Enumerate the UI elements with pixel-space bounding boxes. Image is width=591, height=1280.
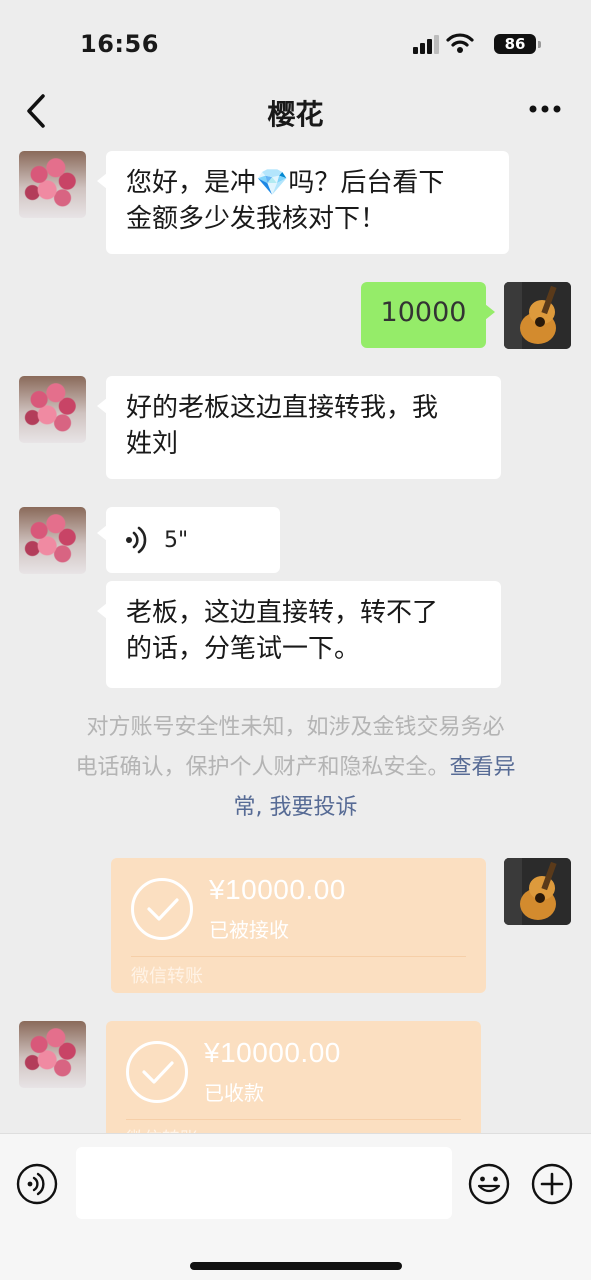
voice-wave-icon (126, 526, 147, 554)
wifi-icon (446, 33, 474, 53)
voice-toggle-icon[interactable] (16, 1163, 58, 1205)
message-bubble[interactable]: 您好，是冲💎吗？后台看下 金额多少发我核对下！ (97, 151, 509, 254)
message-bubble[interactable]: 好的老板这边直接转我，我 姓刘 (97, 376, 501, 479)
message-input[interactable] (76, 1147, 452, 1219)
navigation-bar: 樱花 (0, 85, 591, 140)
message-bubble[interactable]: 老板，这边直接转，转不了 的话，分笔试一下。 (97, 581, 501, 688)
signal-icon (413, 35, 439, 54)
contact-avatar[interactable] (19, 376, 86, 443)
home-indicator[interactable] (190, 1262, 402, 1270)
contact-avatar[interactable] (19, 151, 86, 218)
view-exception-link[interactable]: 常 (233, 795, 255, 820)
transfer-divider (131, 956, 466, 957)
my-avatar[interactable] (504, 282, 571, 349)
emoji-icon[interactable] (468, 1163, 510, 1205)
message-text: 您好，是冲💎吗？后台看下 (126, 168, 445, 198)
security-notice: 对方账号安全性未知，如涉及金钱交易务必 电话确认，保护个人财产和隐私安全。查看异… (40, 708, 551, 828)
input-bar (0, 1133, 591, 1280)
transfer-status: 已被接收 (209, 918, 289, 942)
report-link[interactable]: 我要投诉 (270, 795, 358, 820)
transfer-status: 已收款 (204, 1081, 264, 1105)
status-icons: 86 (396, 32, 541, 56)
transfer-card[interactable]: ¥10000.00 已被接收 微信转账 (111, 858, 486, 993)
message-text: 10000 (380, 297, 467, 328)
transfer-card[interactable]: ¥10000.00 已收款 微信转账 (106, 1021, 481, 1133)
voice-duration: 5" (164, 527, 189, 553)
notice-line: 电话确认，保护个人财产和隐私安全。查看异 (40, 748, 551, 788)
chat-area[interactable]: 您好，是冲💎吗？后台看下 金额多少发我核对下！ 10000 好的老板这边直接转我… (0, 140, 591, 1133)
message-text: 老板，这边直接转，转不了 (126, 598, 439, 628)
status-time: 16:56 (80, 30, 159, 58)
transfer-footer: 微信转账 (131, 966, 203, 987)
notice-line: 对方账号安全性未知，如涉及金钱交易务必 (86, 715, 505, 740)
my-avatar[interactable] (504, 858, 571, 925)
chat-title: 樱花 (267, 98, 324, 131)
message-text: 好的老板这边直接转我，我 (126, 393, 439, 423)
notice-separator: , (255, 795, 270, 820)
transfer-amount: ¥10000.00 (209, 874, 346, 905)
transfer-footer: 微信转账 (126, 1125, 198, 1133)
notice-text: 电话确认，保护个人财产和隐私安全。 (75, 755, 450, 780)
contact-avatar[interactable] (19, 507, 86, 574)
transfer-divider (126, 1119, 461, 1120)
message-text: 金额多少发我核对下！ (126, 204, 387, 234)
notice-line: 常, 我要投诉 (40, 788, 551, 828)
my-message-bubble[interactable]: 10000 (361, 282, 495, 348)
more-icon[interactable] (529, 105, 561, 113)
check-circle-icon (131, 878, 193, 940)
transfer-amount: ¥10000.00 (204, 1037, 341, 1068)
battery-icon: 86 (494, 34, 541, 54)
message-text: 姓刘 (126, 429, 179, 459)
contact-avatar[interactable] (19, 1021, 86, 1088)
message-text: 的话，分笔试一下。 (126, 634, 361, 664)
plus-icon[interactable] (531, 1163, 573, 1205)
status-bar: 16:56 86 (0, 0, 591, 85)
check-circle-icon (126, 1041, 188, 1103)
voice-message[interactable]: 5" (97, 507, 280, 573)
view-exception-link[interactable]: 查看异 (450, 755, 516, 780)
